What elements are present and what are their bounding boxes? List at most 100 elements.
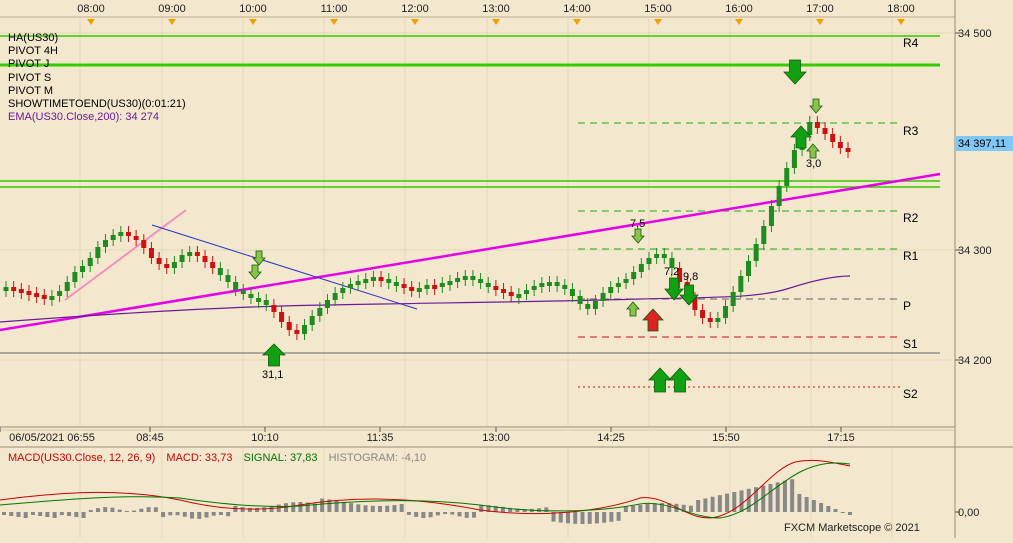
candle-body — [302, 325, 308, 334]
bottom-time-label: 15:50 — [712, 432, 740, 444]
macd-axis-tick: 0,00 — [958, 507, 979, 519]
histogram-bar — [848, 512, 852, 515]
candle-body — [110, 235, 116, 240]
top-time-label: 09:00 — [158, 3, 186, 15]
top-time-label: 18:00 — [887, 3, 915, 15]
candle-body — [439, 283, 445, 287]
histogram-bar — [414, 512, 419, 517]
histogram-bar — [696, 500, 701, 512]
histogram-bar — [204, 512, 209, 518]
legend-pivot-m[interactable]: PIVOT M — [8, 85, 186, 98]
candle-body — [784, 168, 790, 186]
candle-body — [118, 232, 124, 236]
histogram-bar — [168, 512, 173, 516]
candle-body — [723, 306, 729, 318]
pivot-label-s1: S1 — [903, 337, 918, 351]
histogram-bar — [349, 503, 354, 512]
candle-body — [87, 258, 93, 266]
histogram-bar — [819, 503, 824, 512]
histogram-bar — [370, 505, 375, 512]
histogram-bar — [218, 512, 223, 516]
candle-body — [49, 296, 55, 300]
candle-body — [210, 262, 216, 268]
candle-body — [164, 264, 170, 268]
histogram-bar — [717, 495, 722, 512]
bottom-time-label: 14:25 — [597, 432, 625, 444]
candle-body — [600, 293, 606, 301]
candle-body — [761, 226, 767, 244]
legend-showtime[interactable]: SHOWTIMETOEND(US30)(0:01:21) — [8, 98, 186, 111]
annotation-value: 31,1 — [262, 369, 283, 381]
legend-pivot-j[interactable]: PIVOT J — [8, 58, 186, 71]
histogram-bar — [739, 490, 744, 512]
pivot-label-r1: R1 — [903, 249, 919, 263]
macd-legend: MACD(US30.Close, 12, 26, 9) MACD: 33,73 … — [8, 452, 434, 464]
histogram-bar — [804, 497, 809, 512]
histogram-bar — [573, 512, 578, 524]
histogram-bar — [96, 508, 100, 512]
histogram-bar — [211, 512, 216, 516]
candle-body — [26, 291, 32, 295]
legend-ema[interactable]: EMA(US30.Close,200): 34 274 — [8, 111, 186, 124]
histogram-bar — [688, 505, 693, 512]
histogram-bar — [457, 512, 462, 517]
candle-body — [546, 282, 552, 286]
pivot-label-r2: R2 — [903, 211, 919, 225]
histogram-bar — [782, 480, 787, 512]
bottom-time-label: 10:10 — [251, 432, 279, 444]
histogram-bar — [790, 479, 795, 512]
histogram-bar — [67, 512, 72, 516]
histogram-bar — [356, 504, 361, 512]
pivot-label-p: P — [903, 299, 911, 313]
candle-body — [133, 236, 139, 240]
candle-body — [194, 252, 200, 256]
histogram-bar — [110, 507, 115, 512]
histogram-bar — [609, 512, 614, 522]
candle-body — [148, 248, 154, 258]
histogram-bar — [139, 508, 144, 512]
candle-body — [279, 312, 285, 322]
pivot-label-s2: S2 — [903, 387, 918, 401]
candle-body — [730, 292, 736, 306]
bottom-time-label: 11:35 — [367, 432, 394, 444]
histogram-bar — [385, 505, 390, 512]
histogram-bar — [392, 505, 397, 512]
candle-body — [225, 275, 231, 282]
histogram-bar — [710, 496, 715, 512]
top-time-label: 16:00 — [725, 3, 753, 15]
candle-body — [317, 308, 323, 316]
histogram-bar — [472, 512, 476, 518]
candle-body — [462, 276, 468, 280]
candle-body — [401, 284, 407, 288]
candle-body — [432, 285, 438, 289]
histogram-bar — [479, 505, 484, 512]
candle-body — [424, 285, 430, 289]
histogram-bar — [363, 505, 368, 512]
candle-body — [248, 294, 254, 298]
signal-legend-value: SIGNAL: 37,83 — [243, 452, 318, 464]
histogram-bar — [811, 500, 816, 512]
annotation-value: 7,5 — [630, 218, 645, 230]
candle-body — [409, 287, 415, 291]
histogram-bar — [833, 509, 838, 512]
histogram-bar — [153, 507, 158, 512]
candle-body — [814, 122, 820, 128]
macd-legend-name[interactable]: MACD(US30.Close, 12, 26, 9) — [8, 452, 155, 464]
histogram-bar — [746, 488, 751, 512]
legend-pivot-4h[interactable]: PIVOT 4H — [8, 45, 186, 58]
candle-body — [776, 186, 782, 206]
histogram-bar — [587, 512, 592, 524]
histogram-bar — [616, 512, 621, 521]
histogram-bar — [197, 512, 202, 519]
candle-body — [623, 279, 629, 283]
candle-body — [845, 148, 851, 152]
legend-pivot-s[interactable]: PIVOT S — [8, 72, 186, 85]
candle-body — [156, 258, 162, 264]
histogram-bar — [399, 503, 404, 512]
macd-legend-value: MACD: 33,73 — [166, 452, 233, 464]
histogram-bar — [652, 503, 657, 512]
histogram-bar — [182, 512, 187, 517]
legend-ha[interactable]: HA(US30) — [8, 32, 186, 45]
candle-body — [485, 283, 491, 287]
candle-body — [263, 300, 269, 305]
